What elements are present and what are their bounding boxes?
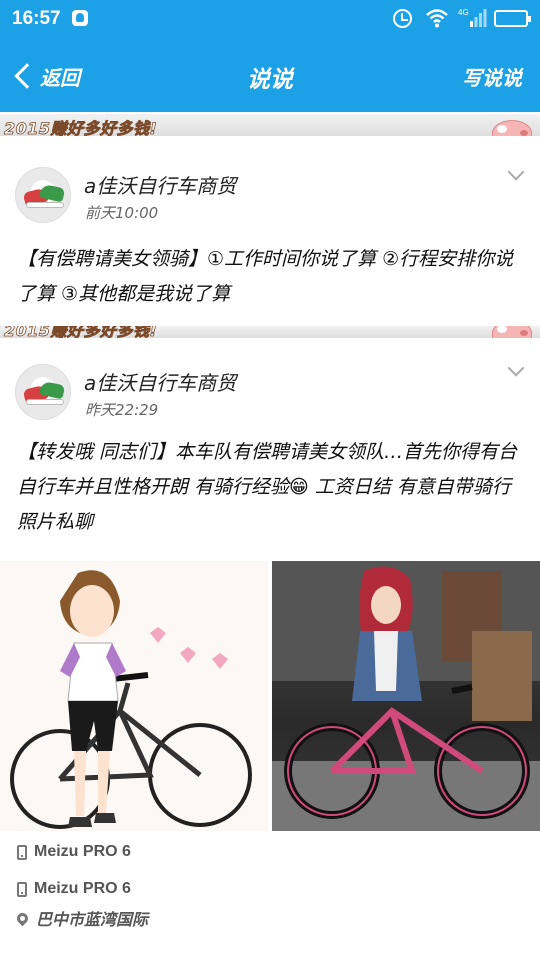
device-info: Meizu PRO 6 (17, 880, 131, 898)
cyclist-illustration (10, 570, 252, 829)
nav-bar: 返回 说说 写说说 (0, 38, 540, 112)
device-label: Meizu PRO 6 (34, 843, 131, 860)
status-time: 16:57 (12, 8, 61, 29)
user-name[interactable]: a佳沃自行车商贸 (84, 367, 236, 396)
promo-banner-2: 2015赚好多好多钱! (0, 326, 540, 338)
post-card[interactable]: a佳沃自行车商贸 前天10:00 【有偿聘请美女领骑】①工作时间你说了算 ②行程… (0, 136, 540, 329)
location-info[interactable]: 巴中市蓝湾国际 (14, 906, 149, 930)
post-text: 【有偿聘请美女领骑】①工作时间你说了算 ②行程安排你说了算 ③其他都是我说了算 (17, 248, 514, 305)
device-info: Meizu PRO 6 (17, 843, 131, 861)
signal-icon: 4G (458, 8, 487, 27)
network-type-label: 4G (458, 8, 469, 17)
girl-with-bike-photo (272, 561, 540, 831)
post-text: 【转发哦 同志们】本车队有偿聘请美女领队…首先你得有台自行车并且性格开朗 有骑行… (17, 441, 518, 533)
piggy-bank-icon (492, 120, 532, 136)
banner-text: 2015赚好多好多钱! (4, 326, 158, 338)
wifi-icon (426, 9, 448, 28)
notification-icon (72, 10, 88, 26)
avatar[interactable] (15, 364, 71, 420)
page-title: 说说 (247, 67, 293, 93)
post-time: 前天10:00 (85, 204, 159, 222)
phone-icon (17, 844, 27, 860)
chevron-down-icon[interactable] (507, 163, 525, 181)
piggy-bank-icon (492, 326, 532, 338)
battery-icon (494, 10, 531, 27)
write-post-button[interactable]: 写说说 (462, 62, 522, 91)
post-photo-illustration[interactable] (0, 561, 268, 831)
avatar[interactable] (15, 167, 71, 223)
alarm-icon (393, 9, 412, 28)
chevron-down-icon[interactable] (507, 359, 525, 377)
promo-banner: 2015赚好多好多钱! (0, 114, 540, 136)
post-time: 昨天22:29 (85, 401, 159, 419)
user-name[interactable]: a佳沃自行车商贸 (84, 170, 236, 199)
phone-icon (17, 881, 27, 897)
location-label: 巴中市蓝湾国际 (36, 910, 149, 929)
status-bar: 16:57 4G (0, 0, 540, 38)
device-label: Meizu PRO 6 (34, 880, 131, 897)
post-photo-girl-bike[interactable] (272, 561, 540, 831)
location-pin-icon (14, 910, 31, 926)
banner-text: 2015赚好多好多钱! (4, 119, 158, 136)
